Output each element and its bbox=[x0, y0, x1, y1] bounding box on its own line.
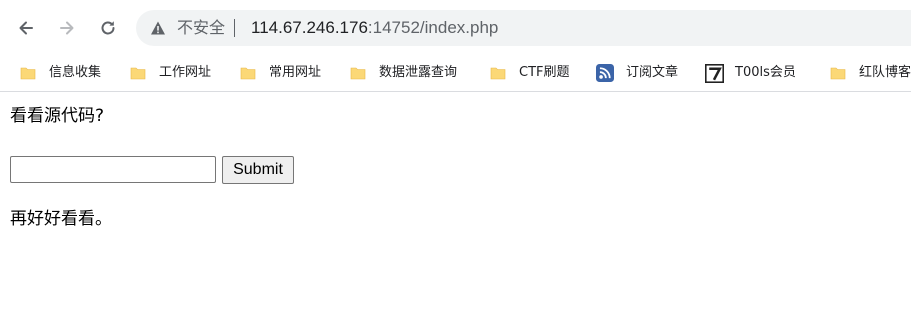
bookmark-folder-common-sites[interactable]: 常用网址 bbox=[240, 60, 321, 86]
url-path: :14752/index.php bbox=[367, 18, 499, 37]
warning-triangle-icon[interactable] bbox=[150, 20, 166, 36]
bookmark-folder-info-gathering[interactable]: 信息收集 bbox=[20, 60, 101, 86]
folder-icon bbox=[240, 67, 256, 80]
bookmark-folder-ctf[interactable]: CTF刷题 bbox=[490, 60, 570, 86]
reload-icon bbox=[101, 21, 115, 35]
address-bar[interactable]: 不安全 114.67.246.176:14752/index.php bbox=[136, 10, 911, 46]
bookmark-label: 订阅文章 bbox=[626, 65, 679, 80]
arrow-right-icon bbox=[60, 21, 74, 35]
bookmark-folder-red-team-blog[interactable]: 红队博客 bbox=[830, 60, 911, 86]
bookmarks-bar: 信息收集 工作网址 常用网址 数据泄露查询 CTF刷题 订阅文章 T00ls会员… bbox=[0, 54, 911, 92]
bookmark-label: 常用网址 bbox=[269, 65, 322, 80]
folder-icon bbox=[830, 67, 846, 80]
page-prompt: 看看源代码? bbox=[10, 106, 105, 126]
submit-button[interactable]: Submit bbox=[222, 156, 294, 184]
reload-button[interactable] bbox=[92, 12, 124, 44]
t00ls-icon bbox=[705, 63, 724, 83]
bookmark-subscribed-articles[interactable]: 订阅文章 bbox=[596, 60, 678, 86]
back-button[interactable] bbox=[10, 12, 42, 44]
arrow-left-icon bbox=[19, 21, 33, 35]
bookmark-label: 信息收集 bbox=[49, 65, 102, 80]
folder-icon bbox=[350, 67, 366, 80]
result-message: 再好好看看。 bbox=[10, 209, 112, 229]
folder-icon bbox=[490, 67, 506, 80]
folder-icon bbox=[130, 67, 146, 80]
browser-toolbar: 不安全 114.67.246.176:14752/index.php bbox=[0, 0, 911, 54]
url-host: 114.67.246.176 bbox=[251, 18, 368, 37]
text-input[interactable] bbox=[10, 156, 216, 183]
bookmark-label: 红队博客 bbox=[859, 65, 911, 80]
bookmark-label: CTF刷题 bbox=[519, 65, 570, 80]
bookmark-label: 数据泄露查询 bbox=[379, 65, 458, 80]
rss-icon bbox=[596, 64, 614, 82]
bookmark-label: 工作网址 bbox=[159, 65, 212, 80]
url-text[interactable]: 114.67.246.176:14752/index.php bbox=[251, 17, 498, 39]
folder-icon bbox=[20, 67, 36, 80]
forward-button[interactable] bbox=[51, 12, 83, 44]
bookmark-label: T00ls会员 bbox=[735, 65, 796, 80]
bookmark-folder-work-sites[interactable]: 工作网址 bbox=[130, 60, 211, 86]
security-label[interactable]: 不安全 bbox=[177, 18, 225, 38]
separator bbox=[234, 19, 235, 37]
bookmark-t00ls[interactable]: T00ls会员 bbox=[705, 60, 796, 86]
bookmark-folder-data-leak-lookup[interactable]: 数据泄露查询 bbox=[350, 60, 457, 86]
